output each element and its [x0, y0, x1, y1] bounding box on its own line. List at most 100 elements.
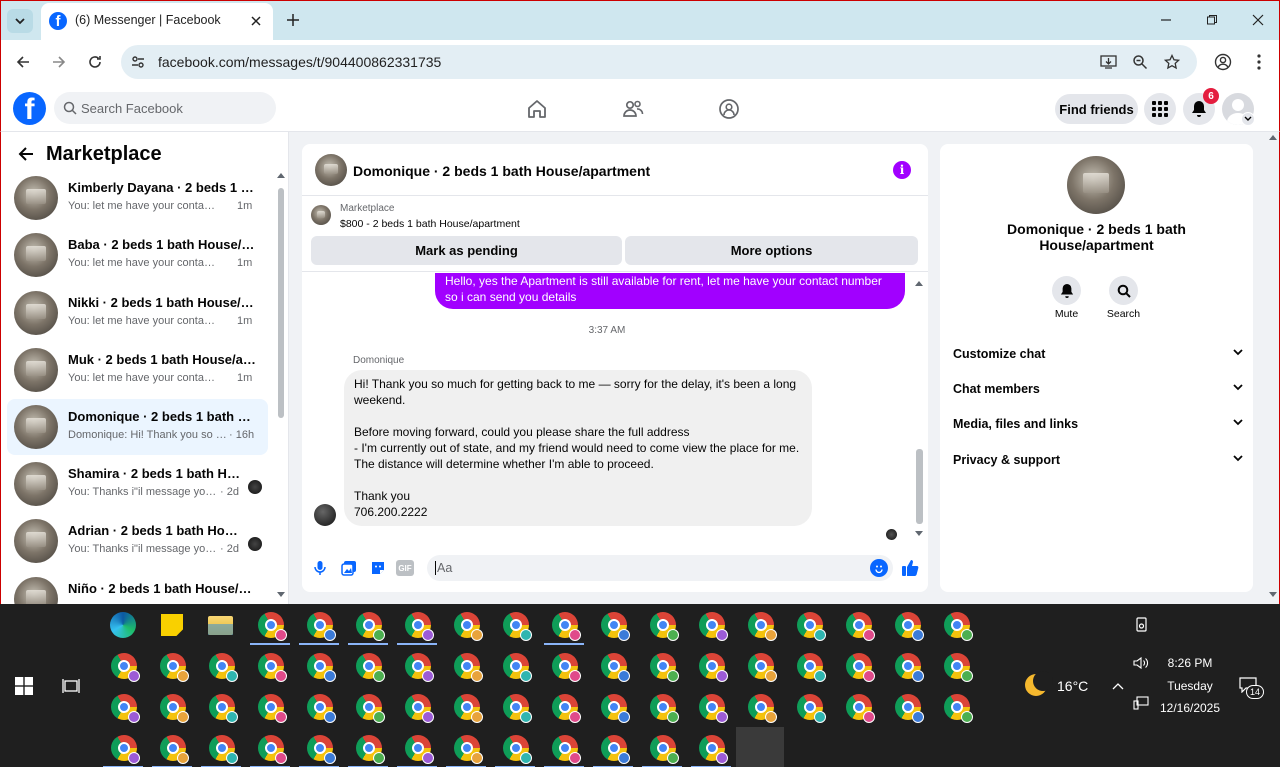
chrome-profile-icon[interactable]	[552, 735, 581, 764]
conversation-item[interactable]: Nikki · 2 beds 1 bath House/apa... You: …	[7, 285, 268, 341]
chrome-profile-icon[interactable]	[650, 612, 679, 641]
omnibox[interactable]: facebook.com/messages/t/904400862331735	[121, 45, 1197, 79]
window-close-icon[interactable]	[1249, 11, 1267, 29]
reload-icon[interactable]	[85, 52, 105, 72]
chat-scroll-down-icon[interactable]	[914, 529, 924, 539]
chrome-profile-icon[interactable]	[307, 612, 336, 641]
conversation-item[interactable]: Adrian · 2 beds 1 bath House/... You: Th…	[7, 513, 268, 569]
chrome-profile-icon[interactable]	[503, 694, 532, 723]
chrome-profile-icon[interactable]	[944, 612, 973, 641]
chrome-profile-icon[interactable]	[650, 694, 679, 723]
volume-icon[interactable]	[1132, 655, 1150, 671]
chrome-profile-icon[interactable]	[944, 694, 973, 723]
chrome-profile-icon[interactable]	[552, 612, 581, 641]
chrome-profile-icon[interactable]	[503, 653, 532, 682]
chrome-profile-icon[interactable]	[895, 653, 924, 682]
info-icon[interactable]: i	[893, 161, 911, 179]
task-view-icon[interactable]	[61, 676, 81, 696]
chrome-profile-icon[interactable]	[846, 694, 875, 723]
chrome-profile-icon[interactable]	[748, 612, 777, 641]
clock-time[interactable]: 8:26 PM	[1155, 656, 1225, 670]
chat-header-title[interactable]: Domonique · 2 beds 1 bath House/apartmen…	[353, 163, 650, 179]
chrome-profile-icon[interactable]	[503, 735, 532, 764]
chat-scrollbar[interactable]	[916, 449, 923, 524]
chrome-profile-icon[interactable]	[552, 694, 581, 723]
zoom-icon[interactable]	[1131, 53, 1149, 71]
chrome-profile-icon[interactable]	[307, 735, 336, 764]
search-conversation-icon[interactable]	[1109, 276, 1138, 305]
chrome-profile-icon[interactable]	[454, 694, 483, 723]
listing-thumbnail[interactable]	[311, 205, 331, 225]
browser-menu-icon[interactable]	[1249, 52, 1269, 72]
chrome-profile-icon[interactable]	[797, 612, 826, 641]
chrome-profile-icon[interactable]	[258, 735, 287, 764]
emoji-icon[interactable]	[870, 559, 888, 577]
scroll-down-icon[interactable]	[276, 590, 286, 600]
chrome-profile-icon[interactable]	[356, 612, 385, 641]
account-chevron-icon[interactable]	[1241, 112, 1255, 126]
chrome-profile-icon[interactable]	[748, 653, 777, 682]
back-arrow-icon[interactable]	[16, 144, 36, 164]
chrome-profile-icon[interactable]	[552, 653, 581, 682]
chrome-profile-icon[interactable]	[209, 653, 238, 682]
chrome-profile-icon[interactable]	[699, 694, 728, 723]
chrome-profile-icon[interactable]	[258, 653, 287, 682]
restore-icon[interactable]	[1203, 11, 1221, 29]
forward-arrow-icon[interactable]	[49, 52, 69, 72]
install-app-icon[interactable]	[1099, 53, 1117, 71]
mark-as-pending-button[interactable]: Mark as pending	[311, 236, 622, 265]
meet-now-icon[interactable]	[1133, 616, 1151, 634]
chrome-profile-icon[interactable]	[209, 694, 238, 723]
chrome-profile-icon[interactable]	[111, 653, 140, 682]
chrome-profile-icon[interactable]	[601, 653, 630, 682]
chrome-profile-icon[interactable]	[356, 694, 385, 723]
weather-temperature[interactable]: 16°C	[1057, 678, 1088, 694]
chrome-profile-icon[interactable]	[454, 735, 483, 764]
chrome-profile-icon[interactable]	[846, 653, 875, 682]
chrome-profile-icon[interactable]	[405, 612, 434, 641]
bookmark-star-icon[interactable]	[1163, 53, 1181, 71]
new-tab-icon[interactable]	[284, 11, 302, 29]
chat-scroll-up-icon[interactable]	[914, 278, 924, 288]
page-scroll-up-icon[interactable]	[1268, 132, 1278, 142]
incoming-message[interactable]: Hi! Thank you so much for getting back t…	[344, 370, 812, 526]
chrome-profile-icon[interactable]	[111, 735, 140, 764]
tray-chevron-up-icon[interactable]	[1110, 678, 1126, 694]
chrome-profile-icon[interactable]	[650, 735, 679, 764]
chrome-profile-icon[interactable]	[111, 694, 140, 723]
url-text[interactable]: facebook.com/messages/t/904400862331735	[158, 54, 441, 70]
profile-icon[interactable]	[1213, 52, 1233, 72]
chrome-profile-icon[interactable]	[895, 612, 924, 641]
chrome-profile-icon[interactable]	[356, 735, 385, 764]
conversation-item[interactable]: Kimberly Dayana · 2 beds 1 bat... You: l…	[7, 170, 268, 226]
edge-browser-icon[interactable]	[110, 612, 136, 638]
chrome-profile-icon[interactable]	[307, 653, 336, 682]
conversation-item[interactable]: Shamira · 2 beds 1 bath Hous... You: Tha…	[7, 456, 268, 512]
outgoing-message[interactable]: Hello, yes the Apartment is still availa…	[435, 273, 905, 309]
clock-date[interactable]: 12/16/2025	[1155, 701, 1225, 715]
photo-icon[interactable]	[339, 558, 359, 578]
home-icon[interactable]	[525, 97, 549, 121]
chrome-profile-icon[interactable]	[944, 653, 973, 682]
chrome-profile-icon[interactable]	[699, 735, 728, 764]
chrome-profile-icon[interactable]	[258, 612, 287, 641]
mute-bell-icon[interactable]	[1052, 276, 1081, 305]
minimize-icon[interactable]	[1157, 11, 1175, 29]
sticker-icon[interactable]	[368, 558, 388, 578]
chrome-profile-icon[interactable]	[503, 612, 532, 641]
section-media-files-links[interactable]: Media, files and links	[953, 417, 1243, 431]
menu-grid-icon[interactable]	[1144, 93, 1176, 125]
chrome-profile-icon[interactable]	[258, 694, 287, 723]
chrome-profile-icon[interactable]	[356, 653, 385, 682]
chrome-profile-icon[interactable]	[748, 694, 777, 723]
chrome-profile-icon[interactable]	[846, 612, 875, 641]
chrome-profile-icon[interactable]	[797, 653, 826, 682]
find-friends-button[interactable]: Find friends	[1055, 94, 1138, 124]
chrome-profile-icon[interactable]	[160, 694, 189, 723]
chrome-profile-icon[interactable]	[895, 694, 924, 723]
chrome-profile-icon[interactable]	[454, 612, 483, 641]
chat-avatar[interactable]	[315, 154, 347, 186]
network-icon[interactable]	[1132, 695, 1150, 711]
chrome-profile-icon[interactable]	[699, 653, 728, 682]
sidebar-scrollbar[interactable]	[278, 188, 284, 418]
